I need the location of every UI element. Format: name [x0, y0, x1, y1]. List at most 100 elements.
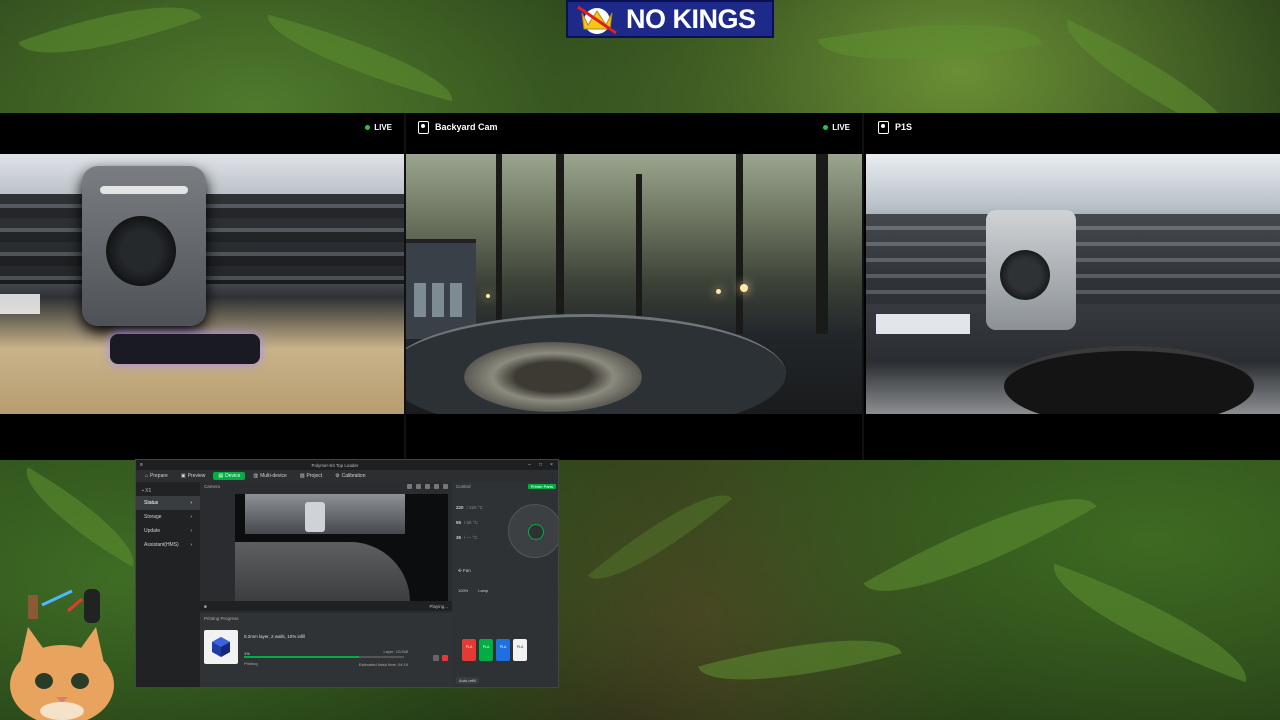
snapshot-icon[interactable]	[425, 484, 430, 489]
sidebar-item-label: Storage	[144, 514, 162, 520]
camera-header: Camera	[200, 482, 452, 491]
tab-label: Multi-device	[260, 473, 287, 479]
temp-value: 55	[456, 520, 462, 525]
sidebar-item-label: Status	[144, 500, 159, 506]
camera-header: LIVE	[0, 113, 404, 141]
sidebar-item-storage[interactable]: Storage ›	[136, 510, 200, 524]
temp-target: / — °C	[464, 535, 478, 540]
tab-multi-device[interactable]: ▥ Multi-device	[248, 472, 291, 480]
camera-title: Backyard Cam	[435, 122, 498, 132]
sidebar-item-assistant[interactable]: Assistant(HMS) ›	[136, 538, 200, 552]
toolhead-image	[986, 210, 1076, 330]
ams-slot-2[interactable]: PLA	[479, 639, 493, 661]
ams-slot-4[interactable]: PLA	[513, 639, 527, 661]
live-label: LIVE	[832, 122, 850, 132]
kitten-jedi-overlay	[0, 585, 135, 720]
estimated-finish: Estimated finish time: 04:19	[358, 662, 408, 667]
background-leaf	[258, 14, 462, 102]
banner-text: NO KINGS	[626, 3, 756, 34]
ams-slot-label: PLA	[465, 645, 473, 649]
stop-icon[interactable]: ■	[204, 604, 207, 609]
window-titlebar: ≡ Polymer-Kit Top Loader – □ ×	[136, 460, 558, 470]
window-title: Polymer-Kit Top Loader	[311, 462, 359, 468]
camera-label: Camera	[204, 484, 221, 489]
temp-target: / 220 °C	[466, 505, 483, 510]
tab-label: Prepare	[150, 473, 168, 479]
progress-header: Printing Progress	[204, 616, 239, 621]
minimize-icon[interactable]: –	[527, 462, 532, 468]
temp-value: 220	[456, 505, 464, 510]
chevron-right-icon: ›	[190, 528, 192, 534]
ams-slot-label: PLA	[499, 645, 507, 649]
printing-progress: Printing Progress 0.2mm layer, 2 walls, …	[200, 613, 452, 687]
camera-panel-p1s[interactable]: P1S	[866, 113, 1280, 460]
tab-project[interactable]: ▧ Project	[295, 472, 327, 480]
live-label: LIVE	[374, 122, 392, 132]
device-icon: ▤	[218, 473, 224, 479]
settings-icon[interactable]	[443, 484, 448, 489]
ams-slot-label: PLA	[482, 645, 490, 649]
background-leaf	[863, 463, 1097, 627]
print-profile-label: 0.2mm layer, 2 walls, 10% infill	[244, 634, 306, 639]
background-leaf	[1038, 563, 1262, 683]
camera-header: Backyard Cam LIVE	[406, 113, 862, 141]
camera-feed-backyard	[406, 154, 862, 414]
progress-bar	[244, 656, 404, 658]
speed-lamp-row: 100% Lamp	[458, 588, 488, 593]
fan-control[interactable]: ✣ Fan	[458, 568, 471, 574]
camera-feed-printer-1	[0, 154, 404, 414]
tab-calibration[interactable]: ⚙ Calibration	[330, 472, 370, 480]
fan-label: Fan	[463, 568, 471, 573]
prepare-icon: ⌂	[145, 473, 149, 479]
tab-preview[interactable]: ▣ Preview	[176, 472, 211, 480]
chamber-temp[interactable]: 36/ — °C	[456, 530, 483, 545]
camera-panel-1[interactable]: LIVE	[0, 113, 404, 460]
lamp-toggle[interactable]: Lamp	[478, 588, 488, 593]
chevron-right-icon: ›	[190, 514, 192, 520]
camera-icon	[418, 120, 429, 134]
timelapse-icon[interactable]	[416, 484, 421, 489]
tab-device[interactable]: ▤ Device	[213, 472, 246, 480]
print-controls	[433, 655, 448, 661]
kitten-icon	[10, 589, 114, 720]
live-dot-icon	[365, 124, 371, 130]
fullscreen-icon[interactable]	[434, 484, 439, 489]
bambu-studio-window[interactable]: ≡ Polymer-Kit Top Loader – □ × ⌂ Prepare …	[135, 459, 559, 688]
record-icon[interactable]	[407, 484, 412, 489]
toolhead-image	[82, 166, 206, 326]
bed-temp[interactable]: 55/ 55 °C	[456, 515, 483, 530]
device-selector[interactable]: ▪ X1	[136, 486, 200, 496]
tab-prepare[interactable]: ⌂ Prepare	[140, 472, 173, 480]
axis-control-dpad[interactable]	[508, 504, 558, 558]
stop-button[interactable]	[442, 655, 448, 661]
auto-refill-button[interactable]: Auto-refill	[456, 677, 479, 684]
sidebar-item-status[interactable]: Status ›	[136, 496, 200, 510]
speed-percent[interactable]: 100%	[458, 588, 468, 593]
main-tabs: ⌂ Prepare ▣ Preview ▤ Device ▥ Multi-device …	[136, 470, 558, 482]
app-menu-icon[interactable]: ≡	[140, 462, 143, 468]
printer-parts-button[interactable]: Printer Parts	[527, 484, 556, 489]
printed-bowl-image	[1004, 346, 1254, 414]
tab-label: Device	[225, 473, 241, 479]
maximize-icon[interactable]: □	[538, 462, 543, 468]
camera-header: P1S	[866, 113, 1280, 141]
chevron-right-icon: ›	[190, 500, 192, 506]
sidebar-item-update[interactable]: Update ›	[136, 524, 200, 538]
ams-slot-3[interactable]: PLA	[496, 639, 510, 661]
live-indicator: LIVE	[823, 123, 850, 132]
tab-label: Calibration	[341, 473, 366, 479]
camera-playbar: ■ Playing...	[200, 601, 452, 611]
live-dot-icon	[823, 124, 829, 130]
camera-panel-backyard[interactable]: Backyard Cam LIVE	[404, 113, 864, 460]
nozzle-temp[interactable]: 220/ 220 °C	[456, 500, 483, 515]
pause-button[interactable]	[433, 655, 439, 661]
cube-icon	[212, 637, 230, 657]
no-kings-banner: NO KINGS	[566, 0, 774, 38]
model-thumbnail	[204, 630, 238, 664]
background-leaf	[817, 1, 1043, 83]
close-icon[interactable]: ×	[549, 462, 554, 468]
camera-strip: LIVE Backyard Cam LIVE P1S	[0, 113, 1280, 460]
temp-value: 36	[456, 535, 462, 540]
camera-feed-p1s	[866, 154, 1280, 414]
ams-slot-1[interactable]: PLA	[462, 639, 476, 661]
